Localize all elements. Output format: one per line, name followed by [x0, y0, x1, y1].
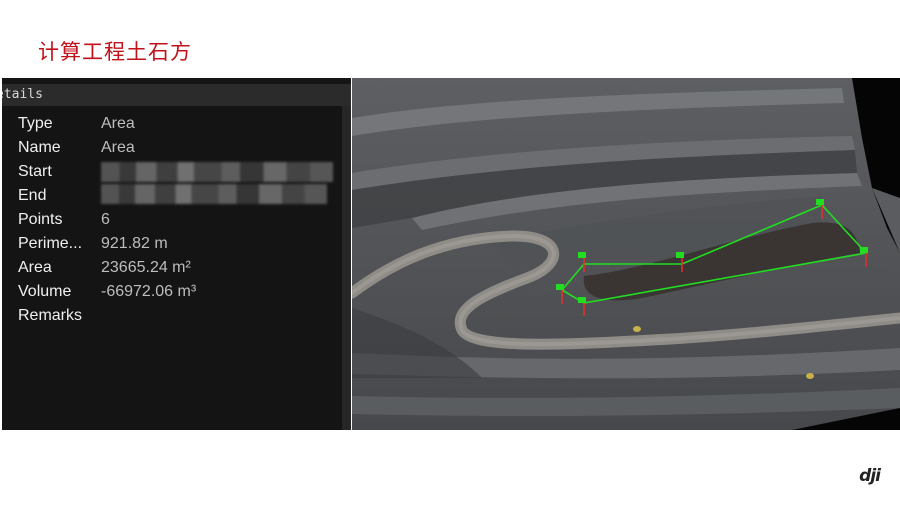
dji-logo: dji: [859, 466, 881, 486]
row-label: End: [18, 187, 47, 204]
row-label: Type: [18, 115, 53, 132]
panel-header: etails: [2, 84, 351, 106]
row-label: Volume: [18, 283, 72, 300]
row-value: Area: [101, 139, 135, 156]
row-label: Remarks: [18, 307, 83, 324]
vehicle-marker: [806, 373, 814, 379]
scrollbar[interactable]: [342, 106, 351, 430]
row-value: -66972.06 m³: [101, 283, 197, 300]
slide-title: 计算工程土石方: [38, 40, 192, 64]
vehicle-marker: [633, 326, 641, 332]
row-label: Area: [18, 259, 52, 276]
row-value: 23665.24 m²: [101, 259, 191, 276]
row-label: Start: [18, 163, 52, 180]
redacted-start-end: [101, 162, 333, 182]
aerial-map-view[interactable]: [352, 78, 900, 430]
panel-header-label: etails: [2, 87, 43, 102]
redacted-start-end: [101, 184, 327, 204]
row-value: Area: [101, 115, 135, 132]
row-value: 921.82 m: [101, 235, 168, 252]
row-label: Points: [18, 211, 63, 228]
row-value: 6: [101, 211, 110, 228]
row-label: Name: [18, 139, 61, 156]
details-panel: etails Type Area Name Area Start End Poi…: [2, 78, 351, 430]
row-label: Perime...: [18, 235, 83, 252]
